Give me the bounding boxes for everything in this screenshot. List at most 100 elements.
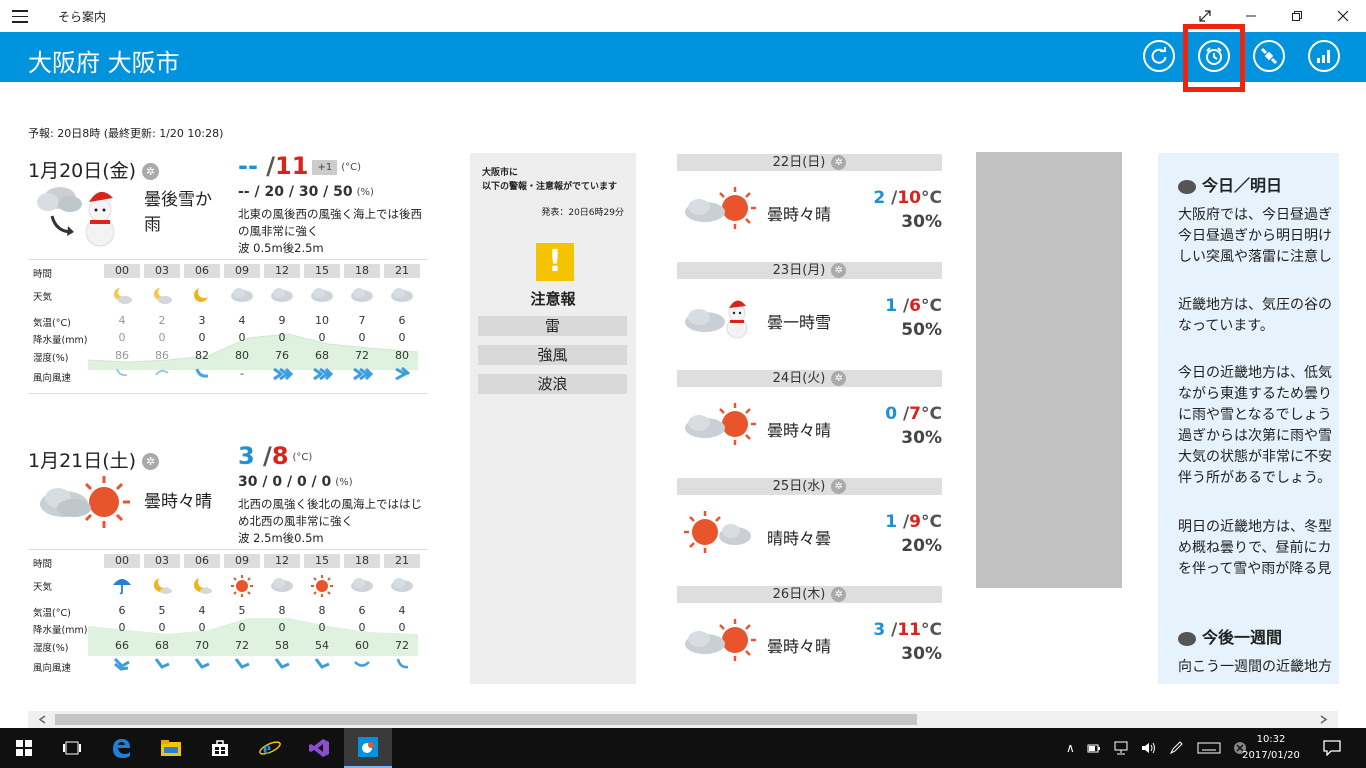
commentary-heading: 今日／明日 — [1178, 172, 1282, 196]
wind-icon — [144, 656, 180, 672]
commentary-text: 大阪府では、今日昼過ぎ 今日昼過ぎから明日明け しい突風や落雷に注意し — [1178, 207, 1332, 265]
alert-published: 発表：20日6時29分 — [541, 208, 624, 218]
tomorrow-temperature: 3 /8 (°C) — [238, 442, 313, 470]
scroll-right-icon[interactable] — [1319, 715, 1328, 724]
weekly-precip-chance: 30% — [901, 212, 942, 232]
sora-annai-app-button[interactable] — [344, 728, 392, 768]
visual-studio-button[interactable] — [295, 728, 343, 768]
tomorrow-hourly-table: 時間 00 03 06 09 12 15 18 21 天気 気温(°C) 6 5… — [28, 549, 428, 674]
wind-icon — [264, 656, 300, 672]
tomorrow-wind: 北西の風強く後北の風海上でははじめ北西の風非常に強く波 2.5m後0.5m — [238, 497, 422, 545]
wind-none: - — [240, 367, 244, 380]
speech-bubble-icon — [1178, 179, 1196, 194]
hour-cell: 21 — [384, 264, 420, 278]
start-button[interactable] — [0, 728, 48, 768]
scrollbar-thumb[interactable] — [55, 714, 917, 725]
cloud-sun-icon — [681, 186, 757, 234]
wind-strong-icon — [344, 366, 380, 382]
alert-heading: 大阪市に 以下の警報・注意報がでています — [482, 168, 618, 192]
weekly-day-card[interactable]: 24日(火) ✲ 曇時々晴 0 /7°C 30% — [677, 370, 942, 478]
settings-gear-icon[interactable]: ✲ — [142, 163, 160, 180]
task-view-button[interactable] — [48, 728, 96, 768]
wind-strong-icon — [304, 366, 340, 382]
app-window: そら案内 大阪府 大阪市 予報: 20日8時 (最終更新: 1/20 10:28… — [0, 0, 1366, 768]
hour-cell: 21 — [384, 554, 420, 568]
commentary-panel: 今日／明日 大阪府では、今日昼過ぎ 今日昼過ぎから明日明け しい突風や落雷に注意… — [1158, 153, 1339, 684]
weekly-precip-chance: 20% — [901, 536, 942, 556]
scroll-left-icon[interactable] — [38, 715, 47, 724]
system-tray: ∧ — [1066, 728, 1247, 768]
ad-placeholder[interactable] — [976, 152, 1122, 588]
today-wind: 北東の風後西の風強く海上では後西の風非常に強く波 0.5m後2.5m — [238, 207, 422, 255]
file-explorer-button[interactable] — [147, 728, 195, 768]
folder-icon — [161, 740, 181, 756]
wind-weak-icon — [344, 656, 380, 672]
horizontal-scrollbar[interactable] — [28, 711, 1338, 728]
weekly-date: 23日(月) ✲ — [677, 262, 942, 279]
settings-gear-icon: ✲ — [831, 479, 847, 494]
today-panel: 1月20日(金) ✲ -- /11 +1 (°C) 曇後雪か雨 -- / 20 / 3… — [28, 152, 428, 396]
weekly-precip-chance: 30% — [901, 644, 942, 664]
refresh-icon — [1151, 47, 1167, 64]
sun-icon — [224, 575, 260, 597]
title-bar: そら案内 — [0, 0, 1366, 32]
hour-cell: 12 — [264, 554, 300, 568]
network-icon[interactable] — [1113, 741, 1129, 755]
wind-icon — [184, 656, 220, 672]
moon-icon — [144, 575, 180, 595]
wind-strong-icon — [104, 656, 140, 672]
weekly-weather-text: 曇時々晴 — [767, 205, 832, 224]
bar-chart-icon — [1317, 50, 1330, 63]
commentary-heading: 今後一週間 — [1178, 624, 1282, 648]
highlight-annotation — [1183, 24, 1245, 92]
volume-icon[interactable] — [1141, 741, 1157, 755]
weekly-day-card[interactable]: 25日(水) ✲ 晴時々曇 1 /9°C 20% — [677, 478, 942, 586]
alert-item: 波浪 — [478, 374, 627, 394]
satellite-button[interactable] — [1253, 40, 1285, 72]
cloud-icon — [384, 285, 420, 305]
store-bag-icon — [212, 740, 228, 756]
hourly-time-row: 時間 00 03 06 09 12 15 18 21 — [28, 552, 428, 571]
battery-icon[interactable] — [1087, 742, 1101, 754]
sun-cloud-icon — [681, 510, 757, 558]
weekly-day-card[interactable]: 23日(月) ✲ 曇一時雪 1 /6°C 50% — [677, 262, 942, 370]
hourly-humidity-row: 湿度(%) 66 68 70 72 58 54 60 72 — [33, 639, 409, 654]
cloud-sun-icon — [681, 618, 757, 666]
cloud-icon — [304, 285, 340, 305]
moon-cloud-icon — [104, 285, 140, 305]
wind-weak-icon — [104, 366, 140, 380]
tomorrow-precip: 30 / 0 / 0 / 0 (%) — [238, 474, 353, 490]
warning-panel[interactable]: 大阪市に 以下の警報・注意報がでています 発表：20日6時29分 ! 注意報 雷 … — [470, 153, 636, 684]
weekly-day-card[interactable]: 22日(日) ✲ 曇時々晴 2 /10°C 30% — [677, 154, 942, 262]
settings-gear-icon[interactable]: ✲ — [142, 453, 160, 470]
internet-explorer-button[interactable]: e — [246, 728, 294, 768]
cloud-icon — [264, 285, 300, 305]
pen-icon[interactable] — [1169, 741, 1185, 755]
moon-icon — [184, 575, 220, 595]
alert-level: 注意報 — [530, 290, 576, 308]
settings-chart-button[interactable] — [1308, 40, 1340, 72]
hour-cell: 15 — [304, 264, 340, 278]
window-title: そら案内 — [58, 10, 107, 24]
hourly-time-row: 時間 00 03 06 09 12 15 18 21 — [28, 262, 428, 281]
tomorrow-panel: 1月21日(土) ✲ 3 /8 (°C) 曇時々晴 30 / 0 / 0 / 0 (%… — [28, 442, 428, 676]
store-button[interactable] — [196, 728, 244, 768]
action-center-button[interactable] — [1310, 728, 1354, 768]
wind-weak-icon — [384, 656, 420, 672]
taskbar-clock[interactable]: 10:32 2017/01/20 — [1235, 732, 1307, 764]
internet-explorer-icon: e — [259, 738, 281, 758]
chevron-up-icon[interactable]: ∧ — [1066, 741, 1075, 755]
edge-browser-button[interactable] — [97, 728, 145, 768]
commentary-text: 向こう一週間の近畿地方 — [1178, 659, 1332, 675]
close-button[interactable] — [1320, 0, 1366, 32]
weekly-weather-text: 晴時々曇 — [767, 529, 832, 548]
warning-icon: ! — [536, 243, 574, 281]
refresh-button[interactable] — [1143, 40, 1175, 72]
wind-weak-icon — [144, 366, 180, 380]
weekly-date: 24日(火) ✲ — [677, 370, 942, 387]
hamburger-menu-icon[interactable] — [10, 6, 30, 26]
weekly-day-card[interactable]: 26日(木) ✲ 曇時々晴 3 /11°C 30% — [677, 586, 942, 694]
keyboard-icon[interactable] — [1197, 741, 1221, 755]
restore-button[interactable] — [1274, 0, 1320, 32]
page-title: 大阪府 大阪市 — [28, 49, 180, 77]
